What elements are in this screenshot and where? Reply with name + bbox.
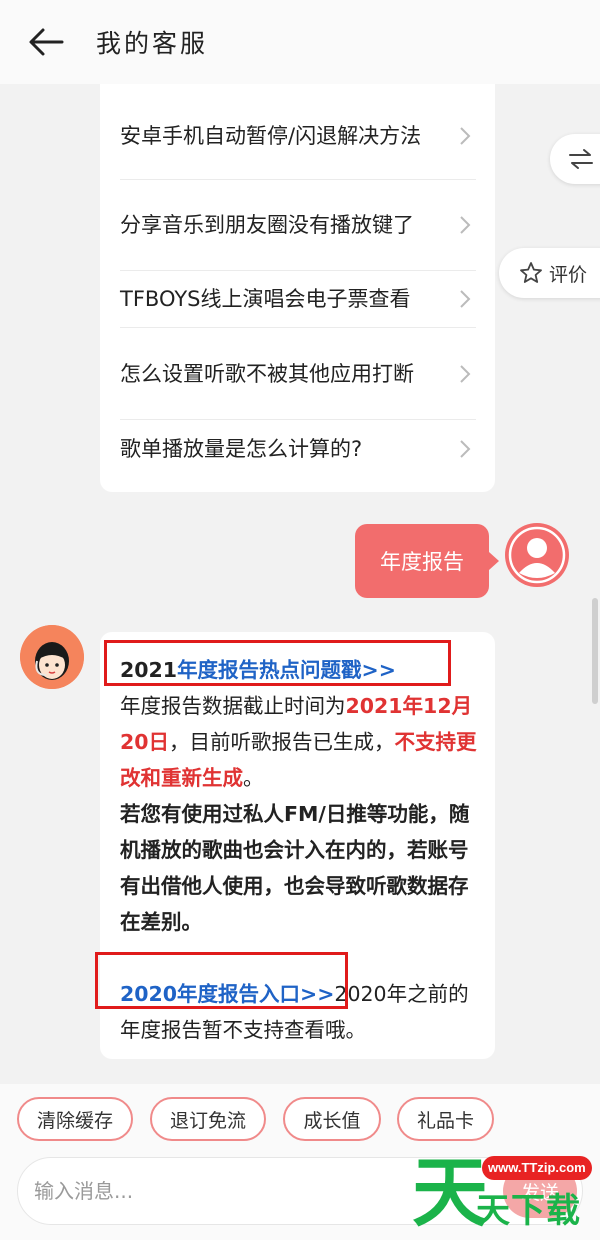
quick-action-gift-card[interactable]: 礼品卡 [397, 1097, 494, 1141]
faq-item[interactable]: 歌单播放量是怎么计算的? [120, 420, 476, 478]
user-message-bubble: 年度报告 [355, 524, 499, 598]
message-input[interactable] [17, 1157, 583, 1225]
scrollbar[interactable] [592, 598, 598, 704]
report-2021-link[interactable]: 年度报告热点问题戳>> [177, 658, 396, 682]
send-label: 发送 [520, 1181, 559, 1204]
faq-item-label: TFBOYS线上演唱会电子票查看 [120, 287, 411, 311]
switch-button[interactable] [550, 134, 600, 184]
chevron-right-icon [460, 216, 471, 234]
faq-item-label: 歌单播放量是怎么计算的? [120, 437, 363, 461]
faq-item-label: 分享音乐到朋友圈没有播放键了 [120, 213, 414, 237]
bot-message-text: 2021年度报告热点问题戳>> 年度报告数据截止时间为2021年12月20日，目… [120, 652, 478, 1048]
faq-item[interactable]: 安卓手机自动暂停/闪退解决方法 [120, 92, 476, 180]
back-button[interactable] [22, 18, 70, 66]
chip-label: 清除缓存 [36, 1109, 113, 1132]
bottom-bar: 清除缓存 退订免流 成长值 礼品卡 发送 [0, 1084, 600, 1240]
faq-card: 安卓手机自动暂停/闪退解决方法 分享音乐到朋友圈没有播放键了 TFBOYS线上演… [100, 84, 495, 492]
deadline-paragraph: 年度报告数据截止时间为2021年12月20日，目前听歌报告已生成，不支持更改和重… [120, 688, 478, 796]
back-arrow-icon [29, 28, 64, 56]
faq-item[interactable]: 怎么设置听歌不被其他应用打断 [120, 328, 476, 420]
chevron-right-icon [460, 364, 471, 383]
quick-action-clear-cache[interactable]: 清除缓存 [17, 1097, 133, 1141]
chevron-right-icon [460, 440, 471, 458]
rate-button[interactable]: 评价 [499, 248, 600, 298]
faq-item[interactable]: 分享音乐到朋友圈没有播放键了 [120, 180, 476, 271]
quick-action-unsubscribe[interactable]: 退订免流 [150, 1097, 266, 1141]
faq-item[interactable]: TFBOYS线上演唱会电子票查看 [120, 271, 476, 328]
period: 。 [243, 766, 264, 790]
rate-label: 评价 [549, 263, 588, 286]
deadline-text-2: ，目前听歌报告已生成， [169, 730, 395, 754]
star-outline-icon [520, 262, 542, 283]
faq-item-label: 怎么设置听歌不被其他应用打断 [120, 361, 414, 386]
report-2020-link[interactable]: 2020年度报告入口>> [120, 982, 334, 1006]
year-2021-label: 2021 [120, 658, 178, 682]
swap-arrows-icon [569, 149, 593, 169]
chip-label: 退订免流 [169, 1109, 246, 1132]
app-header: 我的客服 [0, 0, 600, 84]
page-title: 我的客服 [96, 29, 209, 58]
support-agent-avatar-icon [20, 625, 84, 689]
send-button[interactable]: 发送 [503, 1164, 577, 1218]
user-message-text: 年度报告 [380, 550, 464, 574]
user-avatar[interactable] [505, 523, 569, 587]
chevron-right-icon [460, 126, 471, 145]
report-2021-line: 2021年度报告热点问题戳>> [120, 652, 478, 688]
user-silhouette-icon [508, 526, 566, 584]
bot-message-card: 2021年度报告热点问题戳>> 年度报告数据截止时间为2021年12月20日，目… [100, 632, 495, 1059]
quick-action-growth-value[interactable]: 成长值 [283, 1097, 381, 1141]
report-2020-line: 2020年度报告入口>>2020年之前的年度报告暂不支持查看哦。 [120, 976, 478, 1048]
chevron-right-icon [460, 290, 471, 308]
bot-avatar [20, 625, 84, 689]
chip-label: 成长值 [303, 1109, 361, 1132]
deadline-text: 年度报告数据截止时间为 [120, 694, 346, 718]
random-play-notice: 若您有使用过私人FM/日推等功能，随机播放的歌曲也会计入在内的，若账号有出借他人… [120, 802, 470, 934]
faq-item-label: 安卓手机自动暂停/闪退解决方法 [120, 123, 422, 148]
chip-label: 礼品卡 [416, 1109, 474, 1132]
